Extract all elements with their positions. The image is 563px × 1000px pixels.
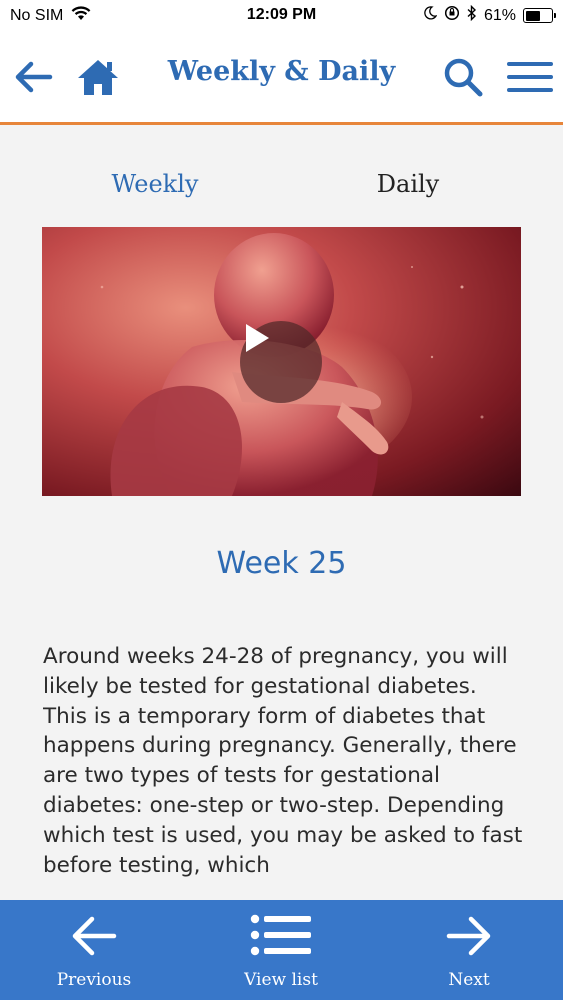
battery-fill — [525, 10, 541, 21]
right-arrow-icon — [446, 916, 491, 956]
left-arrow-icon — [72, 916, 117, 956]
status-right: 61% — [423, 4, 556, 26]
search-icon — [444, 58, 483, 97]
week-title: Week 25 — [216, 546, 347, 581]
bluetooth-icon — [467, 4, 477, 26]
tab-bar: Weekly Daily — [0, 170, 563, 210]
search-button[interactable] — [440, 54, 486, 100]
video-player[interactable] — [42, 227, 521, 496]
next-label: Next — [448, 970, 490, 990]
menu-icon — [507, 62, 553, 92]
moon-icon — [423, 6, 438, 25]
battery-icon — [523, 8, 556, 23]
tab-daily[interactable]: Daily — [308, 170, 508, 198]
bottom-nav: Previous View list Next — [0, 900, 563, 1000]
play-button[interactable] — [240, 321, 322, 403]
view-list-label: View list — [244, 970, 318, 990]
previous-button[interactable]: Previous — [24, 900, 164, 1000]
app-header: Weekly & Daily — [0, 30, 563, 125]
view-list-button[interactable]: View list — [211, 900, 351, 1000]
article-body: Around weeks 24-28 of pregnancy, you wil… — [43, 644, 523, 878]
battery-percent: 61% — [483, 6, 516, 24]
play-icon — [246, 324, 269, 352]
status-bar: No SIM 12:09 PM 61% — [0, 0, 563, 30]
tab-weekly[interactable]: Weekly — [55, 170, 255, 198]
next-button[interactable]: Next — [399, 900, 539, 1000]
orientation-lock-icon — [444, 5, 460, 26]
menu-button[interactable] — [505, 54, 555, 100]
previous-label: Previous — [56, 970, 132, 990]
list-icon — [250, 914, 311, 956]
